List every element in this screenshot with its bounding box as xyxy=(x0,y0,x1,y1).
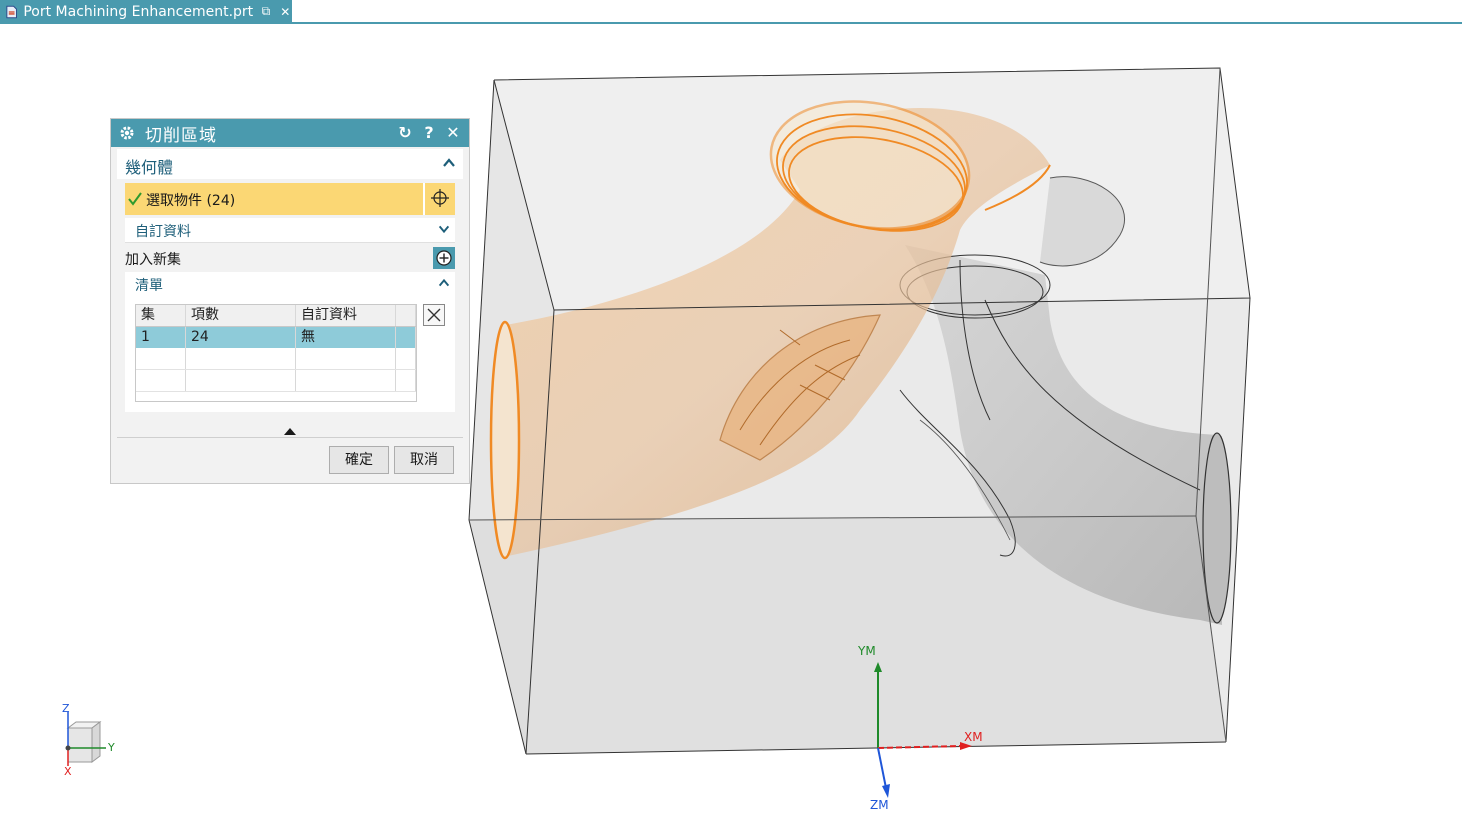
triad-z-label: Z xyxy=(62,702,70,715)
tab-port-machining[interactable]: Port Machining Enhancement.prt ⧉ ✕ xyxy=(0,0,292,23)
column-header-spacer xyxy=(396,305,416,326)
empty-cell xyxy=(396,370,416,391)
add-new-set-row: 加入新集 xyxy=(125,245,455,271)
wcs-ym-label: YM xyxy=(858,644,876,658)
table-row-empty xyxy=(136,348,416,370)
dialog-title-bar[interactable]: 切削區域 ↻ ? ✕ xyxy=(111,119,469,147)
undock-icon[interactable]: ⧉ xyxy=(259,4,272,19)
custom-data-label: 自訂資料 xyxy=(135,224,191,240)
column-header-custom-data: 自訂資料 xyxy=(296,305,396,326)
empty-cell xyxy=(186,370,296,391)
check-icon xyxy=(128,192,142,206)
list-label: 清單 xyxy=(135,278,163,294)
wcs-zm-label: ZM xyxy=(870,798,889,812)
chevron-up-icon[interactable] xyxy=(441,155,457,171)
select-object-label: 選取物件 (24) xyxy=(146,193,236,209)
wcs-xm-label: XM xyxy=(964,730,983,744)
cell-custom-data: 無 xyxy=(296,327,396,348)
empty-cell xyxy=(136,370,186,391)
collapse-dialog-icon[interactable] xyxy=(284,428,296,435)
cell-count: 24 xyxy=(186,327,296,348)
table-row[interactable]: 1 24 無 xyxy=(136,327,416,348)
cut-area-dialog: 切削區域 ↻ ? ✕ 幾何體 選取物件 (24) 自訂資料 加入新集 清單 集 … xyxy=(110,118,470,484)
triad-y-label: Y xyxy=(108,741,115,754)
empty-cell xyxy=(136,348,186,369)
table-row-empty xyxy=(136,370,416,392)
part-file-icon xyxy=(6,5,17,18)
help-icon[interactable]: ? xyxy=(419,123,439,143)
geometry-group-header[interactable]: 幾何體 xyxy=(117,149,463,179)
plus-circle-icon xyxy=(436,250,452,266)
cell-spacer xyxy=(396,327,416,348)
gear-icon[interactable] xyxy=(119,125,135,141)
select-object-row[interactable]: 選取物件 (24) xyxy=(125,183,423,215)
add-new-set-button[interactable] xyxy=(433,247,455,269)
empty-cell xyxy=(296,370,396,391)
empty-cell xyxy=(296,348,396,369)
chevron-up-icon[interactable] xyxy=(437,276,451,290)
table-header: 集 項數 自訂資料 xyxy=(136,305,416,327)
column-header-count: 項數 xyxy=(186,305,296,326)
empty-cell xyxy=(396,348,416,369)
set-list-table[interactable]: 集 項數 自訂資料 1 24 無 xyxy=(135,304,417,402)
tab-bar: Port Machining Enhancement.prt ⧉ ✕ xyxy=(0,0,1462,24)
list-header[interactable]: 清單 xyxy=(125,272,455,297)
tab-title: Port Machining Enhancement.prt xyxy=(23,3,254,20)
chevron-down-icon[interactable] xyxy=(437,222,451,236)
column-header-set: 集 xyxy=(136,305,186,326)
geometry-group-label: 幾何體 xyxy=(125,158,174,177)
cancel-button[interactable]: 取消 xyxy=(394,446,454,474)
reset-icon[interactable]: ↻ xyxy=(395,123,415,143)
view-triad[interactable] xyxy=(65,712,107,766)
close-tab-icon[interactable]: ✕ xyxy=(279,5,292,19)
remove-set-button[interactable] xyxy=(423,304,445,326)
dialog-title: 切削區域 xyxy=(145,125,217,146)
close-icon[interactable]: ✕ xyxy=(443,123,463,143)
crosshair-icon xyxy=(431,189,449,207)
dialog-divider xyxy=(117,437,463,438)
remove-icon xyxy=(427,308,441,322)
cell-set: 1 xyxy=(136,327,186,348)
select-object-button[interactable] xyxy=(423,183,455,215)
add-new-set-label: 加入新集 xyxy=(125,252,181,268)
empty-cell xyxy=(186,348,296,369)
custom-data-header[interactable]: 自訂資料 xyxy=(125,218,455,243)
list-panel: 集 項數 自訂資料 1 24 無 xyxy=(125,296,455,412)
ok-button[interactable]: 確定 xyxy=(329,446,389,474)
triad-x-label: X xyxy=(64,765,72,778)
